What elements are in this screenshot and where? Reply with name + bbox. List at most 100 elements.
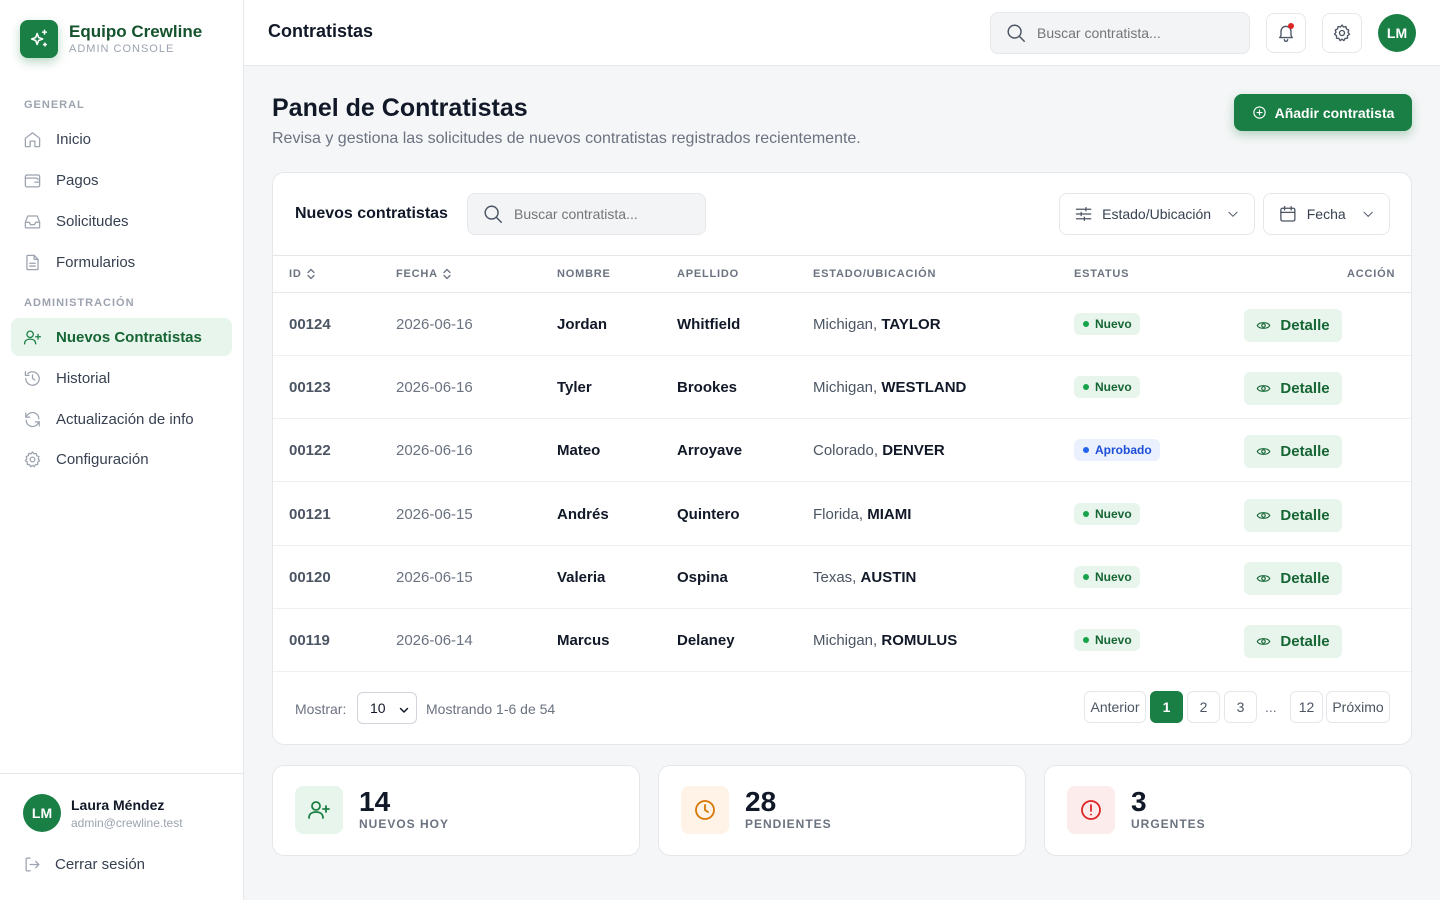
sidebar-item-configuracion[interactable]: Configuración	[11, 440, 232, 478]
range-label: Mostrando 1-6 de 54	[426, 701, 556, 717]
sidebar-item-label: Actualización de info	[56, 410, 194, 428]
eye-icon	[1257, 385, 1271, 393]
cell-id: 00119	[289, 632, 330, 649]
cell-id: 00123	[289, 379, 331, 397]
settings-button[interactable]	[1322, 13, 1362, 53]
filter-location-dropdown[interactable]: Estado/Ubicación	[1059, 193, 1255, 235]
column-header-fecha[interactable]: FECHA	[396, 268, 452, 280]
top-search-box[interactable]	[990, 12, 1250, 54]
table-title: Nuevos contratistas	[295, 205, 448, 222]
status-dot	[1083, 321, 1089, 327]
sidebar-item-pagos[interactable]: Pagos	[11, 161, 232, 199]
sidebar-item-formularios[interactable]: Formularios	[11, 243, 232, 281]
stat-label: PENDIENTES	[745, 817, 832, 831]
cell-first-name: Tyler	[557, 379, 592, 397]
status-dot	[1083, 447, 1089, 454]
sidebar-item-label: Solicitudes	[56, 212, 129, 230]
page-button-2[interactable]: 2	[1187, 691, 1220, 723]
detail-button[interactable]: Detalle	[1244, 309, 1342, 342]
prev-page-button[interactable]: Anterior	[1084, 691, 1146, 723]
page-button-last[interactable]: 12	[1290, 691, 1323, 723]
detail-label: Detalle	[1280, 569, 1330, 587]
sidebar-item-inicio[interactable]: Inicio	[11, 120, 232, 158]
table-row: 00119 2026-06-14 Marcus Delaney Michigan, RO…	[273, 609, 1411, 672]
filter-date-label: Fecha	[1306, 206, 1346, 222]
column-header-id[interactable]: ID	[289, 268, 316, 280]
cell-last-name: Delaney	[677, 632, 735, 649]
sidebar-item-nuevos-contratistas[interactable]: Nuevos Contratistas	[11, 318, 232, 356]
table-search-box[interactable]	[467, 193, 706, 235]
add-contractor-button[interactable]: Añadir contratista	[1234, 94, 1412, 131]
cell-date: 2026-06-15	[396, 568, 473, 586]
stat-card-urgentes: 3 URGENTES	[1044, 765, 1412, 856]
cell-last-name: Whitfield	[677, 316, 741, 333]
page-button-3[interactable]: 3	[1224, 691, 1257, 723]
gear-icon	[24, 450, 41, 467]
user-name: Laura Méndez	[71, 796, 165, 813]
detail-label: Detalle	[1280, 317, 1330, 334]
sidebar-item-label: Inicio	[56, 130, 92, 148]
chevron-down-icon	[399, 707, 409, 713]
top-avatar[interactable]: LM	[1378, 14, 1416, 52]
contractors-table-card: Nuevos contratistas Estado/Ubicación Fec…	[272, 172, 1412, 745]
filter-location-label: Estado/Ubicación	[1102, 206, 1212, 222]
cell-state: Texas,	[813, 568, 857, 586]
detail-label: Detalle	[1280, 443, 1330, 461]
cell-first-name: Jordan	[557, 316, 608, 333]
status-dot	[1083, 510, 1089, 517]
filter-date-dropdown[interactable]: Fecha	[1263, 193, 1390, 235]
logout-button[interactable]: Cerrar sesión	[23, 855, 145, 874]
page-size-select[interactable]: 10	[357, 692, 417, 724]
sidebar-item-label: Historial	[56, 369, 111, 387]
table-row: 00121 2026-06-15 Andrés Quintero Florida, MI…	[273, 483, 1411, 546]
column-header-accion: ACCIÓN	[1347, 268, 1396, 280]
brand[interactable]: Equipo Crewline ADMIN CONSOLE	[20, 20, 202, 58]
status-badge: Nuevo	[1074, 565, 1140, 588]
cell-state: Michigan,	[813, 316, 878, 333]
status-label: Aprobado	[1095, 443, 1152, 458]
cell-date: 2026-06-16	[396, 316, 473, 333]
cell-first-name: Mateo	[557, 442, 601, 460]
stat-value: 28	[745, 786, 777, 817]
column-header-label: FECHA	[396, 268, 438, 280]
status-badge: Aprobado	[1074, 439, 1160, 462]
topbar: Contratistas LM	[244, 0, 1440, 66]
user-email: admin@crewline.test	[71, 815, 183, 830]
page-size-value: 10	[370, 700, 386, 716]
detail-button[interactable]: Detalle	[1244, 498, 1342, 532]
detail-button[interactable]: Detalle	[1244, 435, 1342, 469]
page-button-1[interactable]: 1	[1150, 691, 1183, 723]
sidebar-item-solicitudes[interactable]: Solicitudes	[11, 202, 232, 240]
detail-label: Detalle	[1280, 380, 1330, 398]
sidebar-item-historial[interactable]: Historial	[11, 359, 232, 397]
stat-value: 14	[359, 786, 391, 817]
cell-first-name: Valeria	[557, 568, 606, 586]
detail-button[interactable]: Detalle	[1244, 561, 1342, 595]
sparkle-logo-icon	[20, 20, 58, 58]
detail-button[interactable]: Detalle	[1244, 625, 1342, 658]
cell-location: Texas, AUSTIN	[813, 569, 916, 586]
sidebar-item-label: Pagos	[56, 171, 99, 189]
topbar-title: Contratistas	[268, 21, 374, 41]
top-search-input[interactable]	[1037, 25, 1237, 41]
user-profile[interactable]: LM Laura Méndez admin@crewline.test	[23, 794, 183, 832]
logout-label: Cerrar sesión	[55, 856, 146, 873]
sidebar-footer: LM Laura Méndez admin@crewline.test Cerr…	[0, 773, 243, 900]
sidebar-item-actualizacion[interactable]: Actualización de info	[11, 400, 232, 438]
table-search-input[interactable]	[514, 206, 694, 222]
stat-value: 3	[1131, 786, 1147, 817]
detail-label: Detalle	[1280, 633, 1330, 650]
notifications-button[interactable]	[1266, 13, 1306, 53]
cell-location: Michigan, TAYLOR	[813, 316, 941, 333]
cell-date: 2026-06-16	[396, 442, 473, 460]
cell-city: DENVER	[882, 442, 945, 460]
next-page-button[interactable]: Próximo	[1326, 691, 1390, 723]
cell-id: 00120	[289, 568, 331, 586]
eye-icon	[1257, 638, 1271, 645]
eye-icon	[1257, 448, 1271, 456]
cell-location: Michigan, ROMULUS	[813, 632, 957, 649]
cell-state: Florida,	[813, 505, 864, 523]
cell-id: 00124	[289, 316, 331, 333]
cell-last-name: Ospina	[677, 568, 728, 586]
detail-button[interactable]: Detalle	[1244, 372, 1342, 406]
